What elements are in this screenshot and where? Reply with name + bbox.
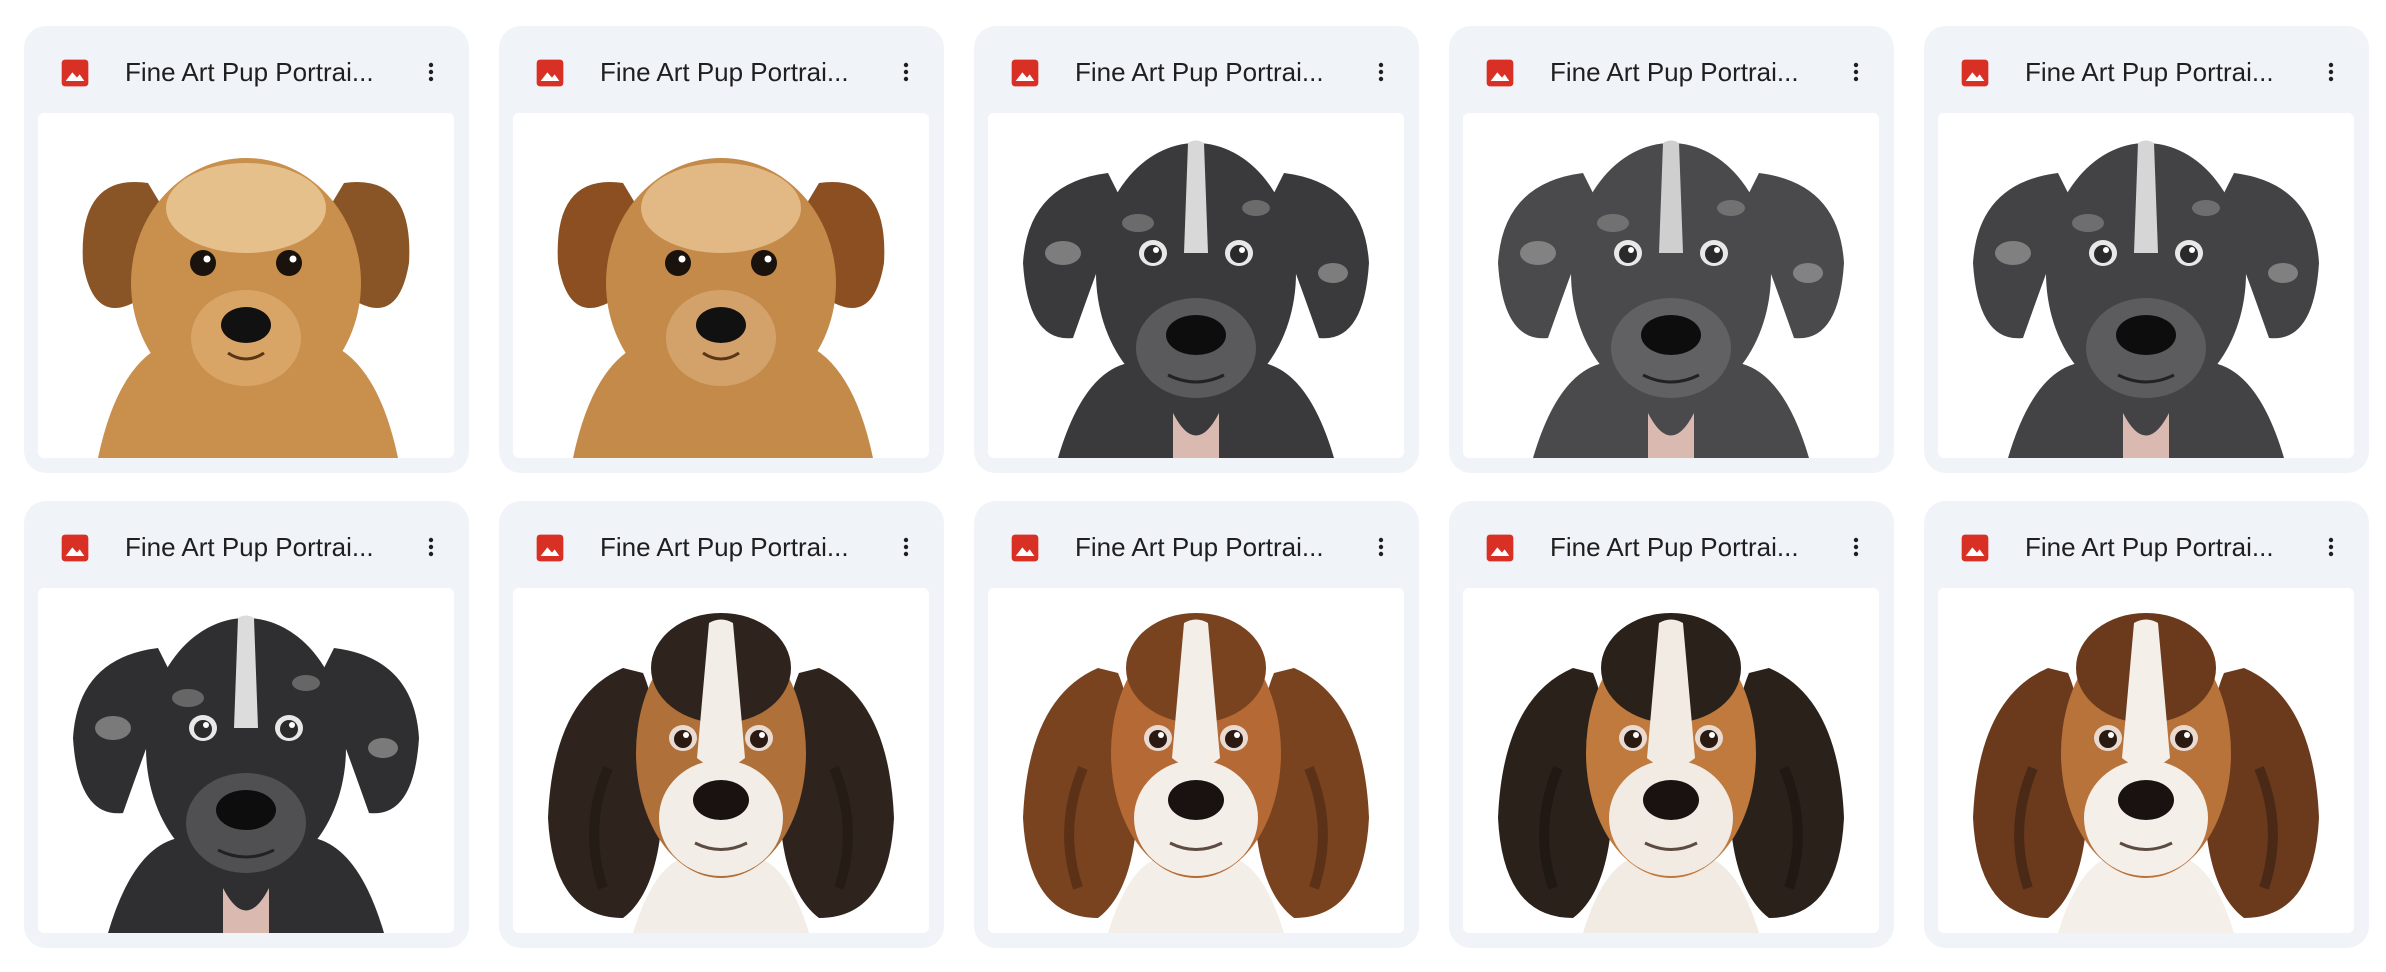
- more-options-button[interactable]: [882, 48, 930, 96]
- file-name: Fine Art Pup Portrai...: [125, 532, 374, 562]
- puppy-portrait: [1498, 140, 1844, 458]
- file-card[interactable]: Fine Art Pup Portrai...: [974, 26, 1419, 473]
- more-vert-icon: [1853, 537, 1859, 557]
- thumbnail-image: [1023, 140, 1369, 458]
- puppy-portrait: [82, 158, 410, 458]
- thumbnail-image: [557, 158, 885, 458]
- image-file-icon: [1959, 57, 1991, 89]
- puppy-portrait: [73, 615, 419, 933]
- file-name: Fine Art Pup Portrai...: [1075, 532, 1324, 562]
- file-card[interactable]: Fine Art Pup Portrai...: [974, 501, 1419, 948]
- image-file-icon: [534, 57, 566, 89]
- file-card-header: Fine Art Pup Portrai...: [499, 26, 944, 112]
- more-options-button[interactable]: [1357, 48, 1405, 96]
- file-card-header: Fine Art Pup Portrai...: [974, 501, 1419, 587]
- file-card-header: Fine Art Pup Portrai...: [1924, 501, 2369, 587]
- more-options-button[interactable]: [882, 523, 930, 571]
- image-file-icon: [1009, 57, 1041, 89]
- more-options-button[interactable]: [407, 523, 455, 571]
- thumbnail-image: [1023, 613, 1369, 933]
- thumbnail-image: [1973, 140, 2319, 458]
- file-name: Fine Art Pup Portrai...: [1550, 57, 1799, 87]
- file-card-header: Fine Art Pup Portrai...: [1449, 26, 1894, 112]
- more-vert-icon: [1378, 62, 1384, 82]
- file-name: Fine Art Pup Portrai...: [600, 532, 849, 562]
- file-thumbnail[interactable]: [513, 113, 929, 458]
- file-thumbnail[interactable]: [38, 588, 454, 933]
- thumbnail-image: [1973, 613, 2319, 933]
- image-file-icon: [59, 57, 91, 89]
- more-options-button[interactable]: [1832, 48, 1880, 96]
- file-card-header: Fine Art Pup Portrai...: [1449, 501, 1894, 587]
- file-card-header: Fine Art Pup Portrai...: [1924, 26, 2369, 112]
- more-vert-icon: [903, 537, 909, 557]
- more-vert-icon: [1853, 62, 1859, 82]
- image-file-icon: [1009, 532, 1041, 564]
- thumbnail-image: [1498, 140, 1844, 458]
- file-card[interactable]: Fine Art Pup Portrai...: [1449, 501, 1894, 948]
- more-vert-icon: [903, 62, 909, 82]
- file-name: Fine Art Pup Portrai...: [1550, 532, 1799, 562]
- file-name: Fine Art Pup Portrai...: [2025, 532, 2274, 562]
- file-thumbnail[interactable]: [1938, 113, 2354, 458]
- image-file-icon: [1484, 57, 1516, 89]
- thumbnail-image: [82, 158, 410, 458]
- more-options-button[interactable]: [2307, 48, 2355, 96]
- file-card-header: Fine Art Pup Portrai...: [499, 501, 944, 587]
- puppy-portrait: [1973, 140, 2319, 458]
- file-thumbnail[interactable]: [988, 113, 1404, 458]
- file-card-header: Fine Art Pup Portrai...: [24, 26, 469, 112]
- file-thumbnail[interactable]: [1463, 588, 1879, 933]
- file-name: Fine Art Pup Portrai...: [1075, 57, 1324, 87]
- file-card[interactable]: Fine Art Pup Portrai...: [1924, 501, 2369, 948]
- more-options-button[interactable]: [1357, 523, 1405, 571]
- image-file-icon: [1959, 532, 1991, 564]
- file-card[interactable]: Fine Art Pup Portrai...: [24, 501, 469, 948]
- file-card-header: Fine Art Pup Portrai...: [24, 501, 469, 587]
- file-name: Fine Art Pup Portrai...: [600, 57, 849, 87]
- more-options-button[interactable]: [1832, 523, 1880, 571]
- file-thumbnail[interactable]: [513, 588, 929, 933]
- more-options-button[interactable]: [407, 48, 455, 96]
- puppy-portrait: [1498, 613, 1844, 933]
- more-options-button[interactable]: [2307, 523, 2355, 571]
- thumbnail-image: [1498, 613, 1844, 933]
- more-vert-icon: [2328, 62, 2334, 82]
- file-thumbnail[interactable]: [988, 588, 1404, 933]
- more-vert-icon: [428, 62, 434, 82]
- image-file-icon: [59, 532, 91, 564]
- thumbnail-image: [548, 613, 894, 933]
- image-file-icon: [534, 532, 566, 564]
- image-file-icon: [1484, 532, 1516, 564]
- more-vert-icon: [428, 537, 434, 557]
- file-thumbnail[interactable]: [1938, 588, 2354, 933]
- file-thumbnail[interactable]: [1463, 113, 1879, 458]
- puppy-portrait: [548, 613, 894, 933]
- file-grid: Fine Art Pup Portrai... Fine Art Pup Port…: [24, 26, 2369, 948]
- more-vert-icon: [1378, 537, 1384, 557]
- more-vert-icon: [2328, 537, 2334, 557]
- file-card[interactable]: Fine Art Pup Portrai...: [24, 26, 469, 473]
- file-card-header: Fine Art Pup Portrai...: [974, 26, 1419, 112]
- puppy-portrait: [1973, 613, 2319, 933]
- file-card[interactable]: Fine Art Pup Portrai...: [499, 501, 944, 948]
- file-card[interactable]: Fine Art Pup Portrai...: [1924, 26, 2369, 473]
- file-thumbnail[interactable]: [38, 113, 454, 458]
- file-name: Fine Art Pup Portrai...: [125, 57, 374, 87]
- puppy-portrait: [1023, 140, 1369, 458]
- puppy-portrait: [1023, 613, 1369, 933]
- file-card[interactable]: Fine Art Pup Portrai...: [1449, 26, 1894, 473]
- file-name: Fine Art Pup Portrai...: [2025, 57, 2274, 87]
- thumbnail-image: [73, 615, 419, 933]
- puppy-portrait: [557, 158, 885, 458]
- file-card[interactable]: Fine Art Pup Portrai...: [499, 26, 944, 473]
